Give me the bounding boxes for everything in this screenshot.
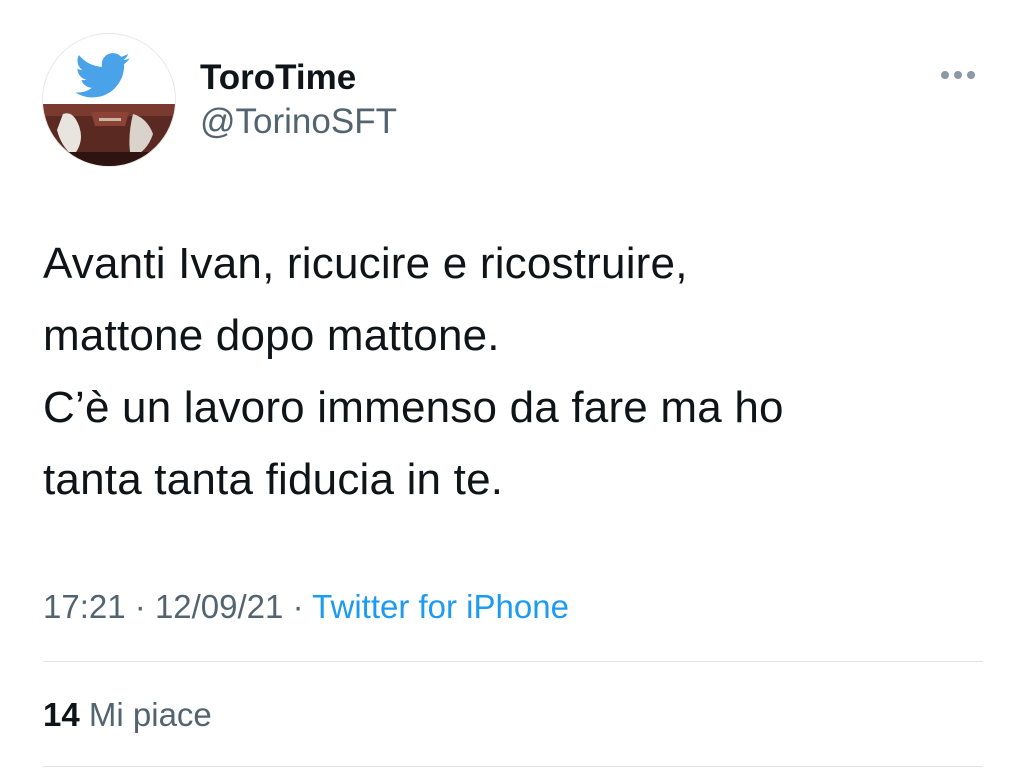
more-horizontal-icon <box>941 71 975 79</box>
tweet-meta: 17:21 · 12/09/21 · Twitter for iPhone <box>43 585 569 629</box>
divider <box>43 661 983 662</box>
tweet-date[interactable]: 12/09/21 <box>155 588 283 625</box>
author-block: ToroTime @TorinoSFT <box>200 58 397 144</box>
more-options-button[interactable] <box>936 60 980 90</box>
likes-count: 14 <box>43 696 80 733</box>
tweet-time[interactable]: 17:21 <box>43 588 126 625</box>
tweet-text: Avanti Ivan, ricucire e ricostruire, mat… <box>43 239 784 504</box>
divider <box>43 766 983 767</box>
likes-label: Mi piace <box>88 696 212 733</box>
twitter-bird-icon <box>43 34 175 166</box>
author-handle[interactable]: @TorinoSFT <box>200 100 397 144</box>
meta-separator: · <box>292 588 304 625</box>
author-display-name[interactable]: ToroTime <box>200 58 397 98</box>
tweet-source-link[interactable]: Twitter for iPhone <box>312 588 569 625</box>
avatar[interactable] <box>42 33 176 167</box>
meta-separator: · <box>134 588 146 625</box>
tweet-card: ToroTime @TorinoSFT Avanti Ivan, ricucir… <box>0 0 1024 775</box>
likes-link[interactable]: 14 Mi piace <box>43 694 212 736</box>
